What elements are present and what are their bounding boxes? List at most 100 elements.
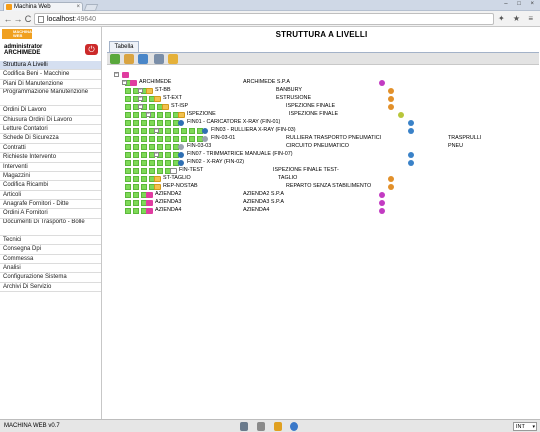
new-tab-button[interactable] (83, 4, 99, 11)
tree-expand-toggle[interactable]: − (138, 104, 143, 109)
tab-close-icon[interactable]: × (76, 3, 80, 11)
browser-tab[interactable]: Machina Web × (3, 2, 83, 11)
sidebar-item-commessa[interactable]: Commessa (0, 255, 101, 265)
tree-row[interactable]: AZIENDA4 AZIENDA4 (103, 207, 540, 214)
sidebar-item-richieste[interactable]: Richieste Intervento (0, 153, 101, 163)
sidebar-item-documenti[interactable]: Documenti Di Trasporto - Bolle (0, 219, 101, 236)
trash-icon[interactable] (257, 422, 265, 431)
sidebar-item-archivi[interactable]: Archivi Di Servizio (0, 283, 101, 293)
sidebar-item-interventi[interactable]: Interventi (0, 163, 101, 172)
extension-icons[interactable]: ✦ ★ ≡ (498, 14, 536, 23)
link-icon[interactable] (240, 422, 248, 431)
status-dot-icon[interactable] (398, 111, 404, 118)
machina-logo: MACHINA WEB (2, 29, 32, 39)
sidebar-item-piani[interactable]: Piani Di Manutenzione (0, 80, 101, 90)
tree-row[interactable]: ST-TAGLIO TAGLIO (103, 175, 540, 182)
status-dot-icon[interactable] (408, 159, 414, 166)
tree-expand-toggle[interactable]: − (154, 152, 159, 157)
sidebar-item-analisi[interactable]: Analisi (0, 264, 101, 274)
tree-row[interactable]: − ST-BB BANBURY (103, 87, 540, 94)
tree-row[interactable]: − ST-EXT ESTRUSIONE (103, 95, 540, 102)
status-dot-icon[interactable] (388, 175, 394, 182)
status-dot-icon[interactable] (388, 87, 394, 94)
tree-level-indicator (133, 167, 139, 174)
tree-row[interactable]: FIN02 - X-RAY (FIN-02) (103, 159, 540, 166)
status-dot-icon[interactable] (388, 183, 394, 190)
document-icon (170, 167, 177, 174)
back-arrow-icon[interactable]: ← (3, 14, 13, 24)
sidebar-item-letture[interactable]: Letture Contatori (0, 125, 101, 135)
tree-level-indicator (125, 87, 131, 94)
tree-expand-toggle[interactable]: − (154, 128, 159, 133)
status-dot-icon[interactable] (388, 95, 394, 102)
logout-button[interactable]: ⏻ (85, 44, 98, 55)
delete-icon[interactable] (138, 54, 148, 64)
sidebar-item-ordini-lavoro[interactable]: Ordini Di Lavoro (0, 106, 101, 116)
tree-level-indicator (149, 167, 155, 174)
tree-expand-toggle[interactable]: − (146, 112, 151, 117)
tree-level-indicator (133, 159, 139, 166)
tree-row[interactable]: FIN-03-01 RULLIERA TRASPORTO PNEUMATICI TR… (103, 135, 540, 142)
sidebar-item-codifica-ricambi[interactable]: Codifica Ricambi (0, 181, 101, 191)
tree-expand-toggle[interactable]: − (114, 72, 119, 77)
status-dot-icon[interactable] (408, 127, 414, 134)
tree-node-code: FIN-03-01 (211, 135, 236, 141)
tab-tabella[interactable]: Tabella (109, 41, 139, 52)
status-dot-icon[interactable] (379, 79, 385, 86)
sidebar-item-ordini-fornitori[interactable]: Ordini A Fornitori (0, 209, 101, 219)
status-dot-icon[interactable] (408, 119, 414, 126)
sidebar-item-schede[interactable]: Schede Di Sicurezza (0, 134, 101, 144)
forward-arrow-icon[interactable]: → (13, 14, 23, 24)
tree-node-code: FIN03 - RULLIERA X-RAY (FIN-03) (211, 127, 296, 133)
tree-node-description: ARCHIMEDE S.P.A (243, 79, 290, 85)
tree-row[interactable]: − ARCHIMEDE ARCHIMEDE S.P.A (103, 79, 540, 86)
sidebar-item-configurazione[interactable]: Configurazione Sistema (0, 273, 101, 283)
tree-level-indicator (173, 127, 179, 134)
tree-level-indicator (125, 135, 131, 142)
status-dot-icon[interactable] (408, 151, 414, 158)
tree-expand-toggle[interactable]: − (122, 80, 127, 85)
tree-row[interactable]: FIN-03-03 CIRCUITO PNEUMATICO PNEU (103, 143, 540, 150)
sidebar-item-programmazione[interactable]: Programmazione Manutenzione (0, 89, 101, 107)
favicon-icon (6, 4, 12, 10)
sidebar-item-articoli[interactable]: Articoli (0, 191, 101, 201)
tree-row[interactable]: − ST-ISP ISPEZIONE FINALE (103, 103, 540, 110)
status-dot-icon[interactable] (379, 199, 385, 206)
sidebar-item-magazzini[interactable]: Magazzini (0, 172, 101, 182)
tree-row[interactable]: AZIENDA3 AZIENDA3 S.P.A (103, 199, 540, 206)
add-icon[interactable] (110, 54, 120, 64)
window-controls[interactable]: – □ × (504, 1, 538, 7)
search-icon[interactable] (154, 54, 164, 64)
tree-expand-toggle[interactable]: − (138, 88, 143, 93)
sidebar-item-chiusura-ordini[interactable]: Chiusura Ordini Di Lavoro (0, 116, 101, 125)
sidebar-item-struttura[interactable]: Struttura A Livelli (0, 61, 101, 71)
reload-icon[interactable]: C (23, 14, 33, 24)
tree-row[interactable]: FIN-TEST ISPEZIONE FINALE TEST- (103, 167, 540, 174)
sidebar-item-contratti[interactable]: Contratti (0, 144, 101, 154)
folder-icon[interactable] (168, 54, 178, 64)
tree-row[interactable]: − ISPEZIONE ISPEZIONE FINALE (103, 111, 540, 118)
help-icon[interactable] (290, 422, 298, 431)
tree-row[interactable]: FIN01 - CARICATORE X-RAY (FIN-01) (103, 119, 540, 126)
status-dot-icon[interactable] (379, 191, 385, 198)
tree-level-indicator (141, 159, 147, 166)
tree-expand-toggle[interactable]: − (138, 96, 143, 101)
warning-icon[interactable] (274, 422, 282, 431)
sidebar-item-tecnici[interactable]: Tecnici (0, 236, 101, 246)
status-dot-icon[interactable] (379, 207, 385, 214)
edit-icon[interactable] (124, 54, 134, 64)
tree-node-code: FIN-TEST (179, 167, 204, 173)
url-port: :49640 (74, 16, 97, 23)
tree-level-indicator (165, 135, 171, 142)
sidebar-item-codifica-beni[interactable]: Codifica Beni - Macchine (0, 70, 101, 80)
status-dot-icon[interactable] (388, 103, 394, 110)
tree-row[interactable]: − FIN07 - TRIMMATRICE MANUALE (FIN-07) (103, 151, 540, 158)
tree-row[interactable]: − FIN03 - RULLIERA X-RAY (FIN-03) (103, 127, 540, 134)
tree-row[interactable]: AZIENDA2 AZIENDA2 S.P.A (103, 191, 540, 198)
sidebar-item-anagrafe[interactable]: Anagrafe Fornitori - Ditte (0, 200, 101, 210)
tree-row[interactable]: REP-NOSTAB REPARTO SENZA STABILIMENTO (103, 183, 540, 190)
url-input[interactable]: localhost:49640 (34, 13, 494, 25)
language-select[interactable]: INT ▾ (513, 422, 537, 431)
tree-row[interactable]: − (103, 71, 540, 78)
sidebar-item-consegna-dpi[interactable]: Consegna Dpi (0, 245, 101, 255)
